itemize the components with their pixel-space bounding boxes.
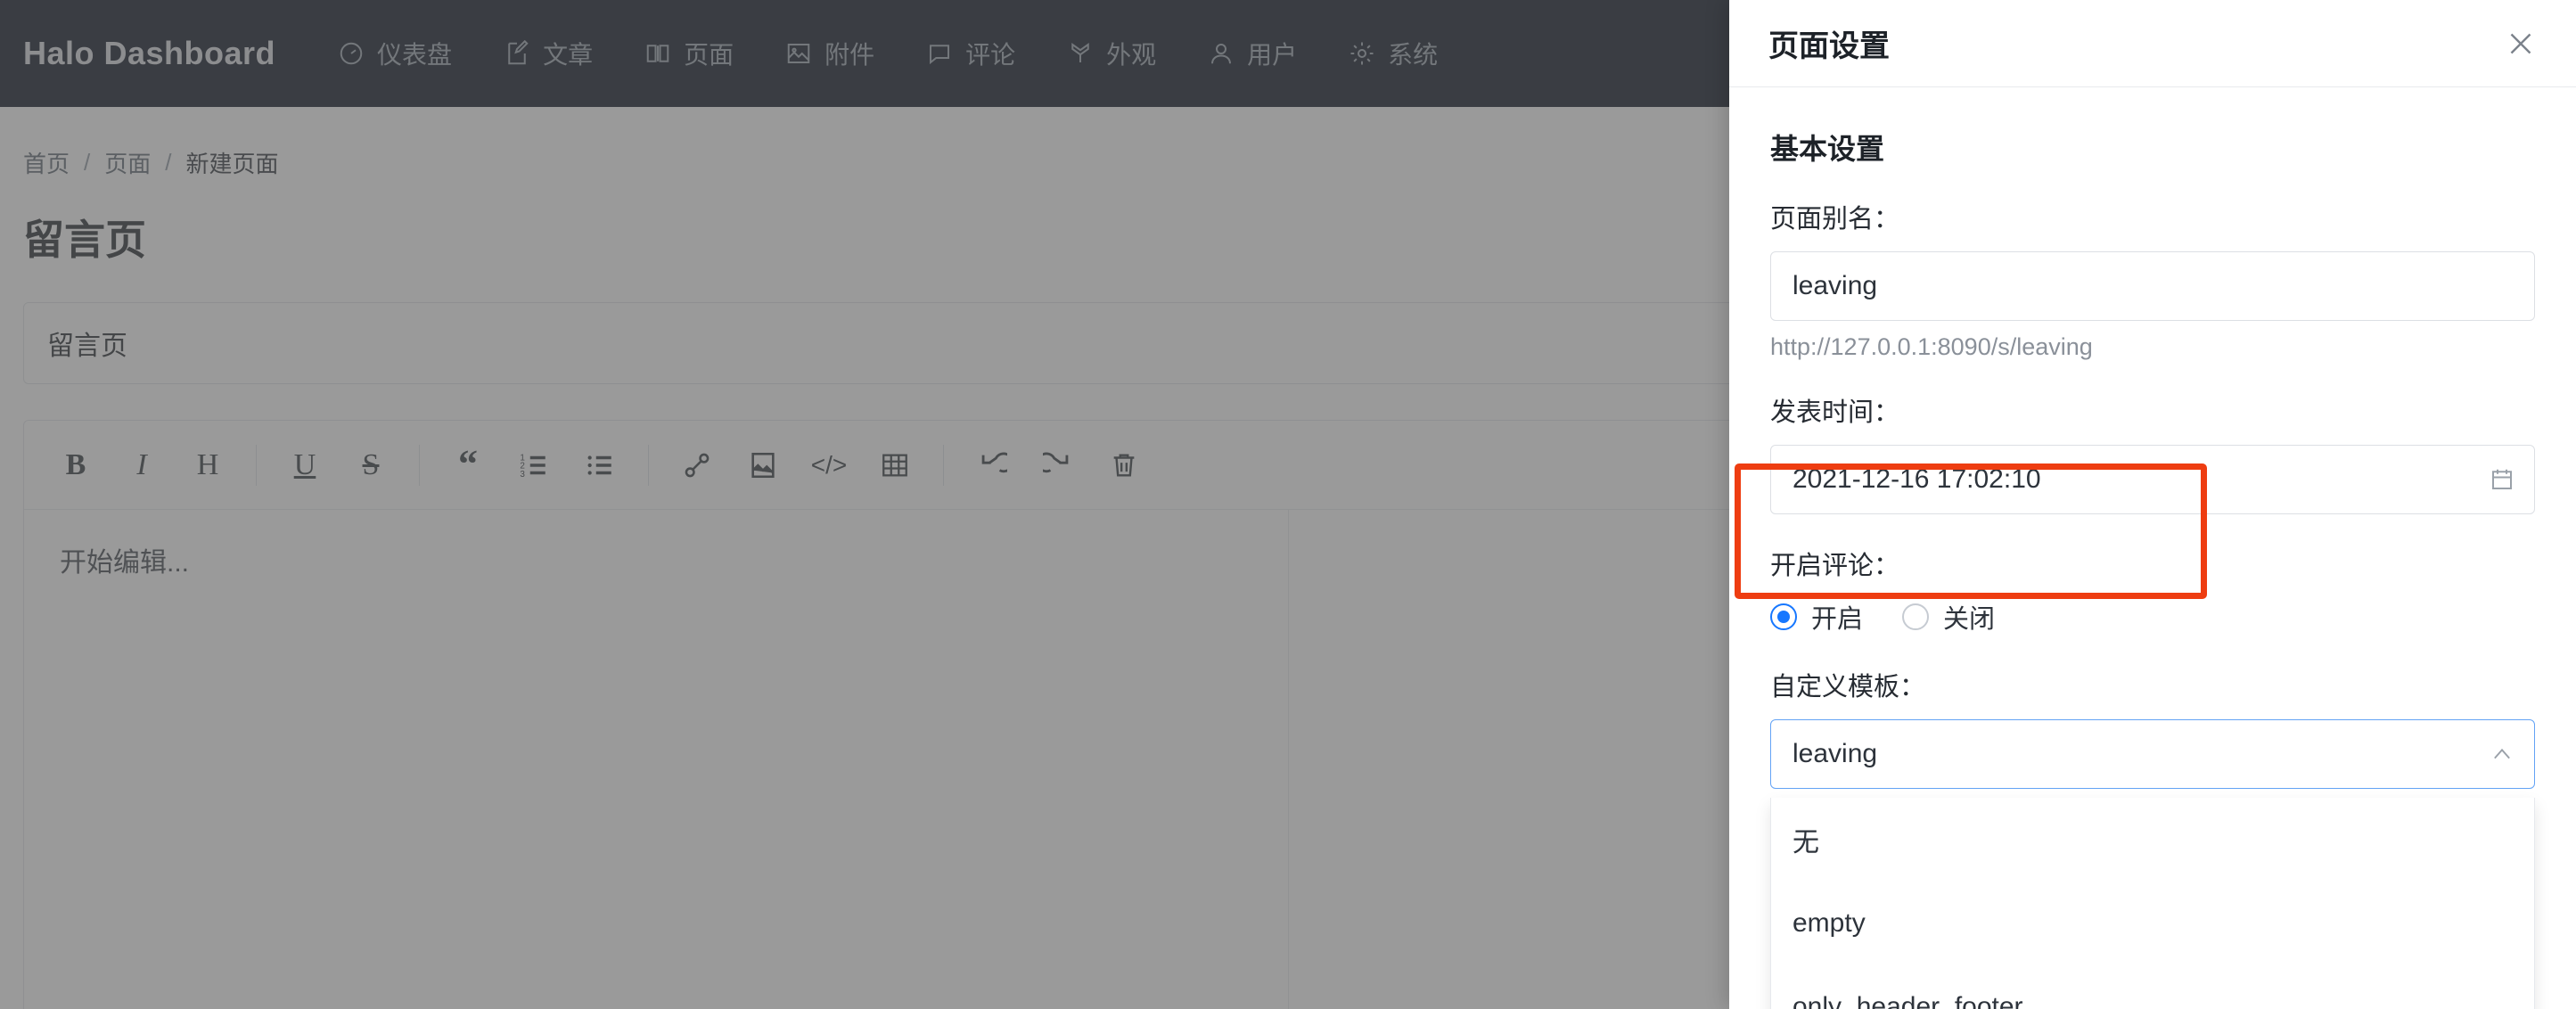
nav-label: 系统 xyxy=(1388,36,1438,71)
publish-time-label: 发表时间： xyxy=(1770,391,2535,429)
spacer xyxy=(1770,636,2535,666)
table-icon[interactable] xyxy=(877,447,913,483)
comment-icon xyxy=(926,40,953,67)
brand-logo[interactable]: Halo Dashboard xyxy=(23,35,275,72)
slug-label: 页面别名： xyxy=(1770,198,2535,235)
attachment-icon xyxy=(785,40,812,67)
article-icon xyxy=(504,40,530,67)
breadcrumb-separator: / xyxy=(84,149,90,176)
bullet-list-icon[interactable] xyxy=(582,447,618,483)
underline-icon[interactable]: U xyxy=(287,447,323,483)
bold-icon[interactable]: B xyxy=(58,447,94,483)
dashboard-icon xyxy=(338,40,365,67)
page-settings-drawer: 页面设置 基本设置 页面别名： http://127.0.0.1:8090/s/… xyxy=(1729,0,2576,1009)
nav-item-user[interactable]: 用户 xyxy=(1208,36,1297,71)
drawer-header: 页面设置 xyxy=(1729,0,2576,87)
custom-template-dropdown: 无 empty only_header_footer leaving xyxy=(1770,798,2535,1009)
drawer-title: 页面设置 xyxy=(1768,21,1890,65)
page-icon xyxy=(644,40,671,67)
custom-template-value: leaving xyxy=(1793,739,1877,769)
redo-icon[interactable] xyxy=(1040,447,1076,483)
custom-template-label: 自定义模板： xyxy=(1770,666,2535,703)
nav-item-dashboard[interactable]: 仪表盘 xyxy=(338,36,452,71)
breadcrumb-section[interactable]: 页面 xyxy=(104,146,151,179)
nav-label: 页面 xyxy=(684,36,734,71)
italic-icon[interactable]: I xyxy=(124,447,160,483)
nav-label: 外观 xyxy=(1106,36,1156,71)
ordered-list-icon[interactable]: 123 xyxy=(516,447,552,483)
nav-label: 评论 xyxy=(965,36,1015,71)
nav-label: 仪表盘 xyxy=(377,36,452,71)
strikethrough-icon[interactable]: S xyxy=(353,447,389,483)
link-icon[interactable] xyxy=(679,447,715,483)
chevron-up-icon[interactable] xyxy=(2490,742,2514,767)
radio-comments-off[interactable]: 关闭 xyxy=(1902,598,1995,636)
nav-item-page[interactable]: 页面 xyxy=(644,36,734,71)
custom-template-select[interactable]: leaving xyxy=(1770,719,2535,789)
nav-label: 附件 xyxy=(824,36,874,71)
nav-item-system[interactable]: 系统 xyxy=(1349,36,1438,71)
radio-label: 开启 xyxy=(1811,598,1863,636)
comments-label: 开启评论： xyxy=(1770,545,2535,582)
radio-dot-selected xyxy=(1770,603,1797,630)
system-icon xyxy=(1349,40,1375,67)
svg-text:3: 3 xyxy=(520,469,525,479)
app-root: Halo Dashboard 仪表盘 文章 页面 附件 xyxy=(0,0,2576,1009)
breadcrumb-home[interactable]: 首页 xyxy=(23,146,70,179)
dropdown-option-empty[interactable]: empty xyxy=(1771,882,2534,965)
image-icon[interactable] xyxy=(745,447,781,483)
spacer xyxy=(1770,514,2535,545)
undo-icon[interactable] xyxy=(974,447,1010,483)
publish-time-input[interactable] xyxy=(1770,445,2535,514)
blockquote-icon[interactable]: “ xyxy=(450,447,486,483)
nav-label: 用户 xyxy=(1247,36,1297,71)
main-nav-list: 仪表盘 文章 页面 附件 评论 xyxy=(338,36,1438,71)
trash-icon[interactable] xyxy=(1106,447,1142,483)
heading-icon[interactable]: H xyxy=(190,447,226,483)
appearance-icon xyxy=(1067,40,1094,67)
comments-radio-group: 开启 关闭 xyxy=(1770,598,2535,636)
code-icon[interactable]: </> xyxy=(811,447,847,483)
radio-label: 关闭 xyxy=(1943,598,1995,636)
publish-time-field xyxy=(1770,445,2535,514)
section-title-basic: 基本设置 xyxy=(1770,127,2535,168)
toolbar-divider xyxy=(648,445,649,486)
drawer-body: 基本设置 页面别名： http://127.0.0.1:8090/s/leavi… xyxy=(1729,87,2576,1009)
radio-dot xyxy=(1902,603,1929,630)
radio-comments-on[interactable]: 开启 xyxy=(1770,598,1863,636)
nav-item-article[interactable]: 文章 xyxy=(504,36,593,71)
slug-input[interactable] xyxy=(1770,251,2535,321)
close-icon[interactable] xyxy=(2505,28,2537,60)
spacer xyxy=(1770,361,2535,391)
editor-input-pane[interactable]: 开始编辑... xyxy=(24,510,1288,1009)
toolbar-divider xyxy=(256,445,257,486)
nav-label: 文章 xyxy=(543,36,593,71)
breadcrumb-separator: / xyxy=(165,149,171,176)
breadcrumb-current: 新建页面 xyxy=(186,146,279,179)
page-title: 留言页 xyxy=(23,208,146,267)
user-icon xyxy=(1208,40,1235,67)
dropdown-option-none[interactable]: 无 xyxy=(1771,798,2534,882)
toolbar-divider xyxy=(943,445,944,486)
nav-item-attachment[interactable]: 附件 xyxy=(785,36,874,71)
toolbar-divider xyxy=(419,445,420,486)
dropdown-option-only-header-footer[interactable]: only_header_footer xyxy=(1771,965,2534,1009)
slug-url-hint: http://127.0.0.1:8090/s/leaving xyxy=(1770,333,2535,361)
nav-item-appearance[interactable]: 外观 xyxy=(1067,36,1156,71)
nav-item-comment[interactable]: 评论 xyxy=(926,36,1015,71)
